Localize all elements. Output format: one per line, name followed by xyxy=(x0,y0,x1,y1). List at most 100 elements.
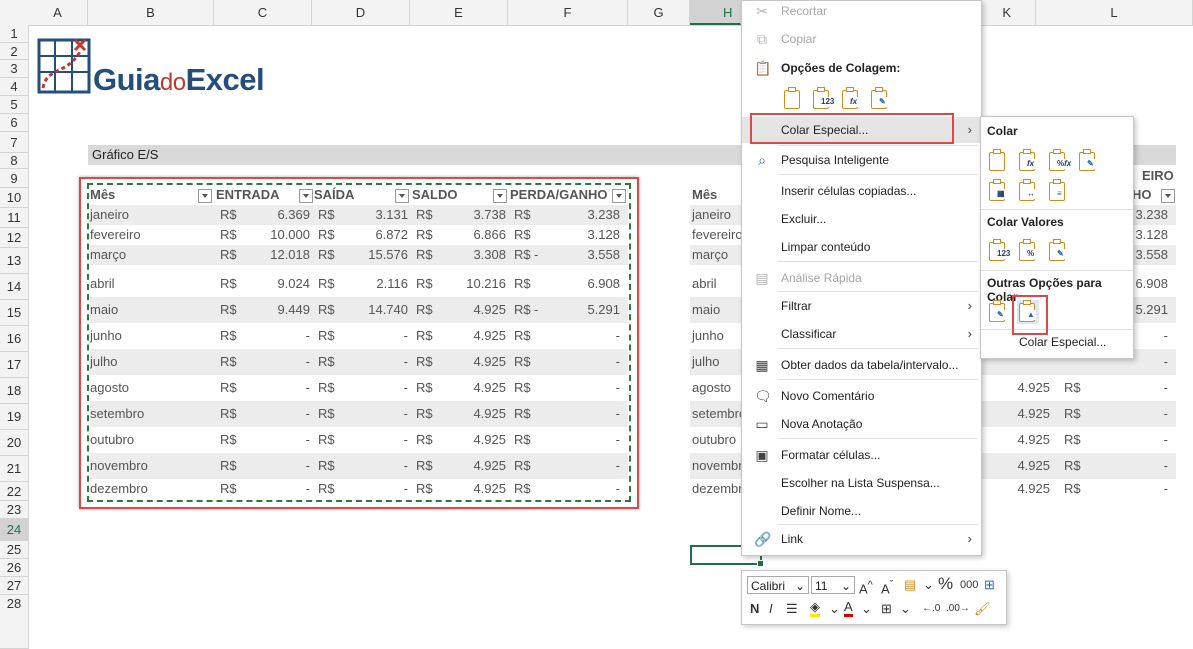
row-header[interactable]: 15 xyxy=(0,300,28,326)
paste-formulas-icon[interactable]: fx xyxy=(840,87,862,111)
menu-item-analise[interactable]: ▤ Análise Rápida xyxy=(742,265,981,291)
menu-item-escolher-lista[interactable]: Escolher na Lista Suspensa... xyxy=(742,470,981,496)
submenu-item-colar-especial[interactable]: Colar Especial... xyxy=(1019,335,1106,349)
row-header[interactable]: 9 xyxy=(0,169,28,188)
percent-style-icon[interactable]: % xyxy=(938,575,953,593)
paste-formatting-icon[interactable]: ✎ xyxy=(869,87,891,111)
row-header[interactable]: 27 xyxy=(0,577,28,595)
row-header[interactable]: 22 xyxy=(0,482,28,501)
values-number-format-icon[interactable]: % xyxy=(1017,239,1039,263)
cell-saldo: 4.925 xyxy=(1017,432,1050,447)
filter-dropdown-icon[interactable] xyxy=(1161,189,1175,203)
row-header[interactable]: 12 xyxy=(0,228,28,248)
paste-icon[interactable] xyxy=(782,87,804,111)
row-header[interactable]: 1 xyxy=(0,25,28,43)
chevron-down-icon[interactable]: ⌄ xyxy=(861,600,872,618)
row-header[interactable]: 18 xyxy=(0,378,28,404)
table-header[interactable]: HO xyxy=(1130,185,1176,206)
row-header[interactable]: 3 xyxy=(0,60,28,78)
col-header-f[interactable]: F xyxy=(508,0,628,25)
row-header[interactable]: 5 xyxy=(0,96,28,114)
col-header-g[interactable]: G xyxy=(628,0,690,25)
row-header[interactable]: 23 xyxy=(0,501,28,519)
submenu-arrow-area[interactable]: › xyxy=(954,117,981,143)
row-header[interactable]: 4 xyxy=(0,78,28,96)
font-size-select[interactable]: 11 ⌄ xyxy=(811,576,855,594)
menu-item-nova-anotacao[interactable]: ▭ Nova Anotação xyxy=(742,411,981,437)
chevron-down-icon[interactable]: ⌄ xyxy=(829,600,840,618)
decrease-decimal-icon[interactable]: ←.0 xyxy=(922,600,940,618)
increase-font-icon[interactable]: A^ xyxy=(859,576,873,598)
merge-center-icon[interactable]: ⊞ xyxy=(984,576,995,594)
chevron-down-icon[interactable]: ⌄ xyxy=(900,600,911,618)
col-header-a[interactable]: A xyxy=(28,0,88,25)
menu-item-limpar[interactable]: Limpar conteúdo xyxy=(742,234,981,260)
row-header[interactable]: 10 xyxy=(0,188,28,208)
row-header[interactable]: 25 xyxy=(0,541,28,559)
row-header[interactable]: 7 xyxy=(0,132,28,153)
align-center-icon[interactable]: ☰ xyxy=(786,600,798,618)
keep-column-widths-icon[interactable]: ↔ xyxy=(1017,179,1039,203)
no-borders-icon[interactable]: ▦ xyxy=(987,179,1009,203)
row-header[interactable]: 21 xyxy=(0,456,28,482)
paste-icon[interactable] xyxy=(987,149,1009,173)
menu-item-classificar[interactable]: Classificar › xyxy=(742,321,981,347)
menu-item-link[interactable]: 🔗 Link › xyxy=(742,526,981,552)
context-menu: ✂ Recortar ⧉ Copiar 📋 Opções de Colagem:… xyxy=(741,0,982,556)
row-header[interactable]: 16 xyxy=(0,326,28,352)
col-header-k[interactable]: K xyxy=(980,0,1036,25)
menu-label: Novo Comentário xyxy=(781,389,875,403)
paste-values-icon[interactable]: 123 xyxy=(987,239,1012,263)
menu-item-recortar[interactable]: ✂ Recortar xyxy=(742,0,981,24)
row-header[interactable]: 20 xyxy=(0,430,28,456)
row-header[interactable]: 17 xyxy=(0,352,28,378)
row-header[interactable]: 14 xyxy=(0,274,28,300)
row-header[interactable]: 26 xyxy=(0,559,28,577)
menu-item-pesquisa[interactable]: ⌕ Pesquisa Inteligente xyxy=(742,147,981,173)
row-header[interactable]: 19 xyxy=(0,404,28,430)
chevron-down-icon[interactable]: ⌄ xyxy=(923,576,934,594)
col-header-c[interactable]: C xyxy=(214,0,312,25)
decrease-font-icon[interactable]: Aˇ xyxy=(881,576,893,598)
font-color-icon[interactable]: A xyxy=(844,600,853,617)
paste-formulas-number-format-icon[interactable]: %fx xyxy=(1047,149,1073,173)
menu-item-formatar[interactable]: ▣ Formatar células... xyxy=(742,442,981,468)
accounting-format-icon[interactable]: ▤ xyxy=(904,576,916,594)
italic-button[interactable]: I xyxy=(769,600,773,618)
format-painter-icon[interactable]: 🖌 xyxy=(974,600,991,618)
row-header[interactable]: 6 xyxy=(0,114,28,132)
menu-divider xyxy=(778,145,978,146)
paste-formulas-icon[interactable]: fx xyxy=(1017,149,1039,173)
row-header[interactable]: 11 xyxy=(0,208,28,228)
col-header-b[interactable]: B xyxy=(88,0,214,25)
col-header-h[interactable]: H xyxy=(690,0,741,25)
comma-style-icon[interactable]: 000 xyxy=(960,576,978,594)
bold-button[interactable]: N xyxy=(750,600,759,618)
row-header-selected[interactable]: 24 xyxy=(0,519,28,541)
row-header[interactable]: 28 xyxy=(0,595,28,649)
menu-label: Inserir células copiadas... xyxy=(781,184,917,198)
paste-formatting-icon[interactable]: ✎ xyxy=(987,300,1009,324)
menu-item-copiar[interactable]: ⧉ Copiar xyxy=(742,26,981,52)
col-header-e[interactable]: E xyxy=(410,0,508,25)
menu-item-obter-dados[interactable]: ▦ Obter dados da tabela/intervalo... xyxy=(742,352,981,378)
font-name-select[interactable]: Calibri ⌄ xyxy=(747,576,809,594)
row-header[interactable]: 13 xyxy=(0,248,28,274)
cell-saldo: 4.925 xyxy=(1017,458,1050,473)
col-header-l[interactable]: L xyxy=(1036,0,1193,25)
menu-item-filtrar[interactable]: Filtrar › xyxy=(742,293,981,319)
menu-item-inserir[interactable]: Inserir células copiadas... xyxy=(742,178,981,204)
increase-decimal-icon[interactable]: .00→ xyxy=(946,600,970,618)
menu-item-excluir[interactable]: Excluir... xyxy=(742,206,981,232)
borders-icon[interactable]: ⊞ xyxy=(881,600,892,618)
values-source-formatting-icon[interactable]: ✎ xyxy=(1047,239,1069,263)
paste-values-icon[interactable]: 123 xyxy=(811,87,836,111)
menu-item-novo-comentario[interactable]: 🗨 Novo Comentário xyxy=(742,383,981,409)
transpose-icon[interactable]: ≡ xyxy=(1047,179,1069,203)
row-header[interactable]: 8 xyxy=(0,153,28,169)
fill-color-icon[interactable]: ◈ xyxy=(810,600,820,617)
row-header[interactable]: 2 xyxy=(0,43,28,60)
keep-source-formatting-icon[interactable]: ✎ xyxy=(1077,149,1099,173)
col-header-d[interactable]: D xyxy=(312,0,410,25)
menu-item-definir-nome[interactable]: Definir Nome... xyxy=(742,498,981,524)
